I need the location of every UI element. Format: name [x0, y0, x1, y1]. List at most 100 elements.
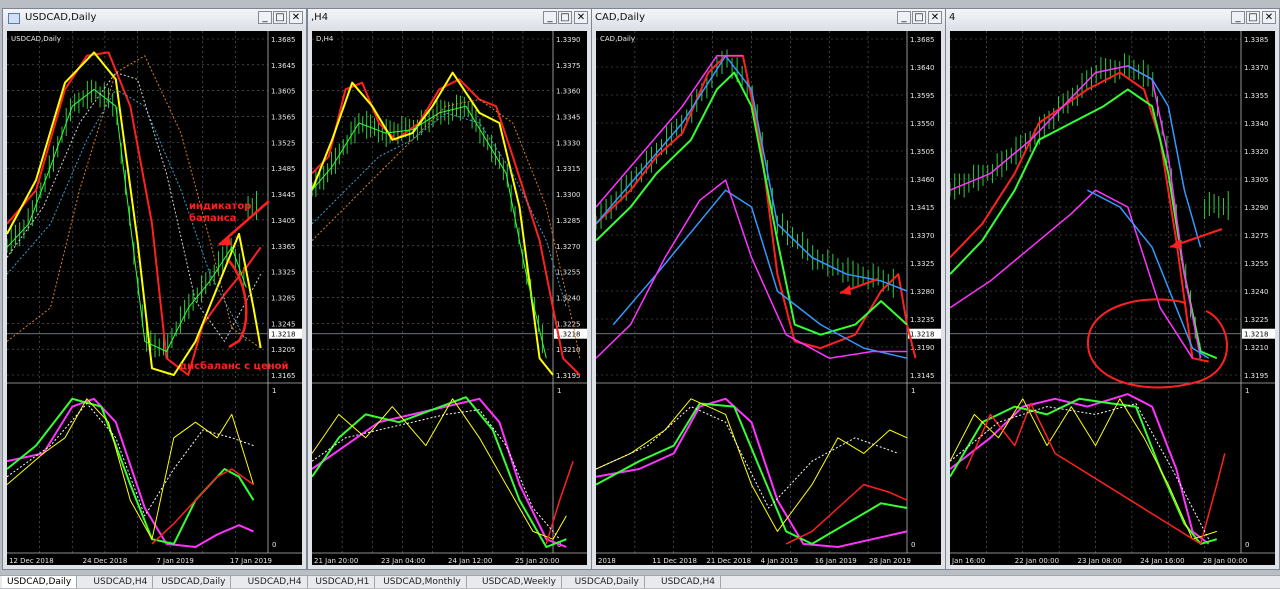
oscillator-line: [545, 460, 574, 545]
chart-window-1[interactable]: USDCAD,Daily _ □ ✕ USDCAD,Daily 1.3685 1.3…: [2, 8, 307, 570]
price-axis-label: 1.3385: [1244, 36, 1269, 44]
annotation-circle: [1086, 298, 1228, 389]
price-axis-label: 1.3240: [556, 294, 581, 302]
date-axis-label: 23 Jan 04:00: [381, 557, 425, 565]
price-axis-label: 1.3415: [910, 204, 935, 212]
chart-tab-bar: USDCAD,Daily USDCAD,H4 USDCAD,Daily USDCAD,…: [0, 575, 1280, 588]
price-axis-label: 1.3550: [910, 120, 935, 128]
window-titlebar[interactable]: USDCAD,Daily _ □ ✕: [3, 9, 306, 29]
price-axis-label: 1.3445: [271, 191, 296, 199]
price-axis-label: 1.3225: [1244, 316, 1269, 324]
price-axis-label: 1.3240: [1244, 288, 1269, 296]
date-axis-label: 21 Dec 2018: [706, 557, 751, 565]
chart-tab[interactable]: USDCAD,H4: [243, 576, 308, 588]
date-axis-label: 25 Jan 20:00: [515, 557, 559, 565]
price-axis-label: 1.3320: [1244, 148, 1269, 156]
oscillator-line: [312, 398, 567, 540]
price-chart-svg[interactable]: CAD,Daily 1.3685 1.3640 1.3595 1.3550 1.3505 1…: [596, 31, 941, 565]
chart-tab[interactable]: USDCAD,Daily: [2, 576, 78, 588]
chart-tab[interactable]: USDCAD,Weekly: [477, 576, 562, 588]
price-axis-label: 1.3205: [271, 346, 296, 354]
chart-tab[interactable]: USDCAD,H4: [656, 576, 721, 588]
price-axis-label: 1.3345: [556, 114, 581, 122]
chart-tab[interactable]: USDCAD,H1: [310, 576, 376, 588]
price-axis-label: 1.3275: [1244, 232, 1269, 240]
price-axis-label: 1.3285: [556, 217, 581, 225]
price-chart-svg[interactable]: D,H4 1.3390 1.3375 1.3360 1.3345 1.3330 1.3315…: [312, 31, 587, 565]
minimize-button[interactable]: _: [258, 11, 272, 24]
indicator-line: [1087, 189, 1210, 359]
chart-area[interactable]: USDCAD,Daily 1.3685 1.3645 1.3605 1.3565 1.35…: [7, 31, 302, 565]
price-axis-label: 1.3355: [1244, 92, 1269, 100]
price-axis-label: 1.3210: [1244, 344, 1269, 352]
price-axis-label: 1.3210: [556, 346, 581, 354]
window-titlebar[interactable]: CAD,Daily _ □ ✕: [592, 9, 945, 29]
window-title: USDCAD,Daily: [25, 12, 97, 23]
chart-tab[interactable]: USDCAD,Daily: [570, 576, 645, 588]
indicator-axis-label: 1: [557, 387, 561, 395]
price-axis-label: 1.3390: [556, 36, 581, 44]
chart-area[interactable]: D,H4 1.3390 1.3375 1.3360 1.3345 1.3330 1.3315…: [312, 31, 587, 565]
indicator-axis-label: 1: [1245, 387, 1249, 395]
chart-window-4[interactable]: 4 _ □ ✕ 1.3385 1.3370 1.3355 1.3340 1.3320 1.…: [945, 8, 1280, 570]
price-chart-svg[interactable]: 1.3385 1.3370 1.3355 1.3340 1.3320 1.3305 1.32…: [950, 31, 1275, 565]
close-button[interactable]: ✕: [574, 11, 588, 24]
window-titlebar[interactable]: 4 _ □ ✕: [946, 9, 1279, 29]
indicator-axis-label: 1: [272, 387, 276, 395]
minimize-button[interactable]: _: [1231, 11, 1245, 24]
maximize-button[interactable]: □: [912, 11, 926, 24]
price-axis-label: 1.3325: [271, 269, 296, 277]
minimize-button[interactable]: _: [543, 11, 557, 24]
price-axis-label: 1.3270: [556, 243, 581, 251]
price-axis-label: 1.3285: [271, 294, 296, 302]
indicator-axis-label: 0: [272, 541, 276, 549]
current-price-label: 1.3218: [1244, 331, 1269, 339]
current-price-label: 1.3218: [910, 331, 935, 339]
oscillator-line: [312, 397, 567, 548]
maximize-button[interactable]: □: [558, 11, 572, 24]
chart-tab[interactable]: USDCAD,Monthly: [378, 576, 467, 588]
chart-window-3[interactable]: CAD,Daily _ □ ✕ CAD,Daily 1.3685 1.3640 1.3…: [591, 8, 946, 570]
chart-window-icon: [8, 13, 20, 24]
price-axis-label: 1.3685: [910, 36, 935, 44]
price-axis-label: 1.3280: [910, 288, 935, 296]
price-axis-label: 1.3645: [271, 62, 296, 70]
maximize-button[interactable]: □: [1246, 11, 1260, 24]
minimize-button[interactable]: _: [897, 11, 911, 24]
annotation-price-imbalance: дисбаланс с ценой: [179, 361, 289, 372]
chart-area[interactable]: 1.3385 1.3370 1.3355 1.3340 1.3320 1.3305 1.32…: [950, 31, 1275, 565]
chart-symbol-label: CAD,Daily: [600, 35, 635, 43]
annotation-balance-indicator: индикатор баланса: [189, 201, 252, 224]
price-axis-label: 1.3405: [271, 217, 296, 225]
close-button[interactable]: ✕: [928, 11, 942, 24]
price-axis-label: 1.3595: [910, 92, 935, 100]
price-axis-label: 1.3460: [910, 176, 935, 184]
window-titlebar[interactable]: ,H4 _ □ ✕: [308, 9, 591, 29]
price-axis-label: 1.3370: [1244, 64, 1269, 72]
price-axis-label: 1.3325: [910, 260, 935, 268]
maximize-button[interactable]: □: [273, 11, 287, 24]
price-axis-label: 1.3360: [556, 88, 581, 96]
date-axis-label: 2018: [598, 557, 616, 565]
oscillator-line: [596, 406, 899, 509]
price-chart-svg[interactable]: USDCAD,Daily 1.3685 1.3645 1.3605 1.3565 1.35…: [7, 31, 302, 565]
price-axis-label: 1.3225: [556, 320, 581, 328]
price-axis-label: 1.3370: [910, 232, 935, 240]
chart-symbol-label: D,H4: [316, 35, 334, 43]
price-axis-label: 1.3300: [556, 191, 581, 199]
date-axis-label: 11 Dec 2018: [652, 557, 697, 565]
price-axis-label: 1.3145: [910, 372, 935, 380]
price-axis-label: 1.3235: [910, 316, 935, 324]
price-axis-label: 1.3255: [556, 269, 581, 277]
date-axis-label: 16 Jan 2019: [815, 557, 857, 565]
price-axis-label: 1.3255: [1244, 260, 1269, 268]
close-button[interactable]: ✕: [289, 11, 303, 24]
price-axis-label: 1.3640: [910, 64, 935, 72]
chart-tab[interactable]: USDCAD,H4: [88, 576, 154, 588]
chart-tab[interactable]: USDCAD,Daily: [156, 576, 232, 588]
chart-window-2[interactable]: ,H4 _ □ ✕ D,H4 1.3390 1.3375 1.3360 1.3345 1.…: [307, 8, 592, 570]
close-button[interactable]: ✕: [1262, 11, 1276, 24]
current-price-label: 1.3218: [271, 331, 296, 339]
chart-area[interactable]: CAD,Daily 1.3685 1.3640 1.3595 1.3550 1.3505 1…: [596, 31, 941, 565]
price-axis-label: 1.3195: [1244, 372, 1269, 380]
